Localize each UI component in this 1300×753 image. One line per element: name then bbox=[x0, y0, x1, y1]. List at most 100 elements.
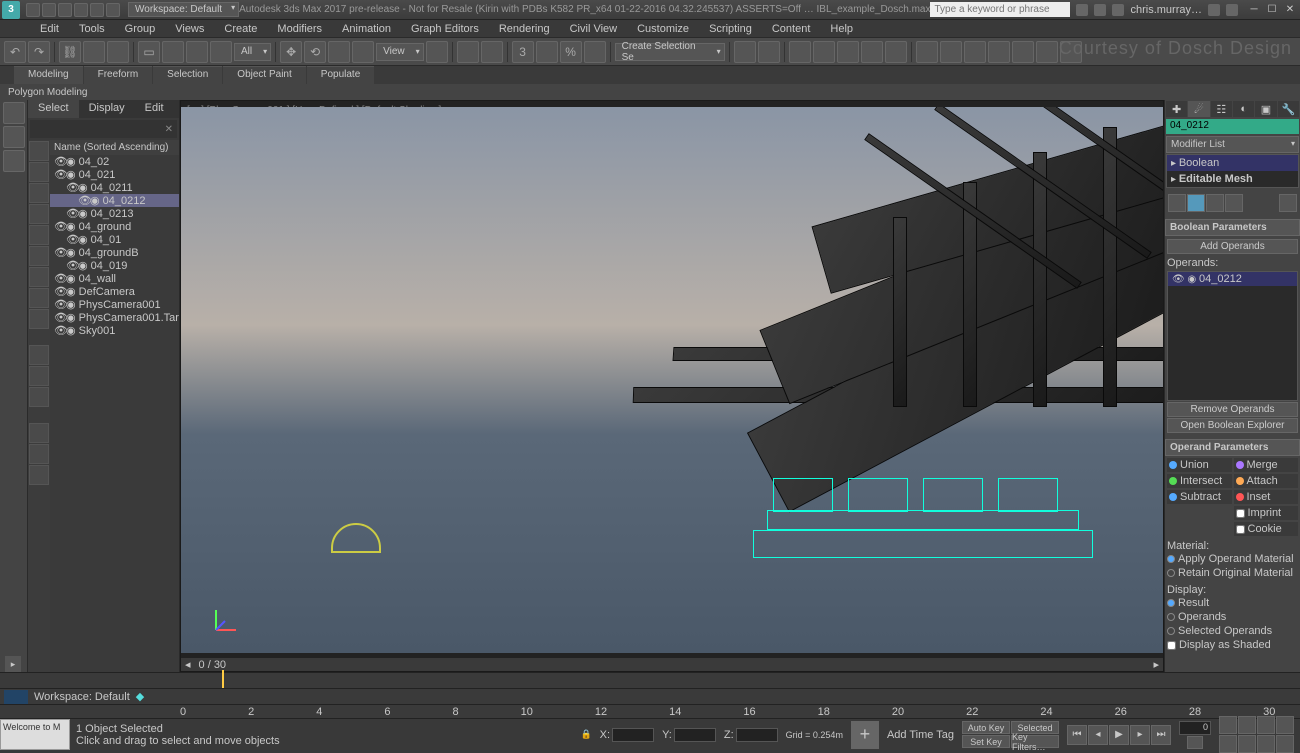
rollout-boolean-params[interactable]: Boolean Parameters bbox=[1165, 219, 1300, 236]
modifier-list-dropdown[interactable]: Modifier List bbox=[1166, 136, 1299, 153]
help-search-input[interactable] bbox=[930, 2, 1070, 17]
radio-result[interactable]: Result bbox=[1167, 596, 1298, 610]
menu-group[interactable]: Group bbox=[115, 21, 166, 37]
op-intersect[interactable]: Intersect bbox=[1167, 474, 1232, 488]
workspace-pin-icon[interactable]: ◆ bbox=[136, 690, 144, 703]
time-slider[interactable]: ◂0 / 30▸ bbox=[181, 657, 1163, 671]
project-icon[interactable] bbox=[106, 3, 120, 17]
make-unique-icon[interactable] bbox=[1206, 194, 1224, 212]
radio-selected-operands[interactable]: Selected Operands bbox=[1167, 624, 1298, 638]
se-tab-display[interactable]: Display bbox=[79, 100, 135, 118]
coord-y-input[interactable] bbox=[674, 728, 716, 742]
cp-tab-hierarchy[interactable]: ☷ bbox=[1211, 101, 1232, 117]
signin-icon[interactable] bbox=[1112, 4, 1124, 16]
se-filter-cameras-icon[interactable] bbox=[29, 225, 49, 245]
se-filter-all-icon[interactable] bbox=[29, 141, 49, 161]
vp-nav-4-icon[interactable] bbox=[1276, 716, 1294, 734]
vp-nav-3-icon[interactable] bbox=[1257, 716, 1275, 734]
open-boolean-explorer-button[interactable]: Open Boolean Explorer bbox=[1167, 418, 1298, 433]
cp-tab-create[interactable]: ✚ bbox=[1166, 101, 1187, 117]
ribbon-tab-populate[interactable]: Populate bbox=[307, 66, 374, 84]
a360-button[interactable] bbox=[1036, 41, 1058, 63]
menu-civil-view[interactable]: Civil View bbox=[560, 21, 627, 37]
cp-tab-modify[interactable]: ☄ bbox=[1188, 101, 1209, 117]
favorite-icon[interactable] bbox=[1094, 4, 1106, 16]
remove-operands-button[interactable]: Remove Operands bbox=[1167, 402, 1298, 417]
time-ruler[interactable]: 024681012141618202224262830 bbox=[0, 704, 1300, 718]
undo-icon[interactable] bbox=[74, 3, 88, 17]
redo-icon[interactable] bbox=[90, 3, 104, 17]
tree-row[interactable]: 👁◉ 04_ground bbox=[50, 220, 179, 233]
toggle-ribbon-button[interactable] bbox=[813, 41, 835, 63]
se-display-1-icon[interactable] bbox=[29, 345, 49, 365]
menu-customize[interactable]: Customize bbox=[627, 21, 699, 37]
se-filter-shapes-icon[interactable] bbox=[29, 183, 49, 203]
ribbon-tab-selection[interactable]: Selection bbox=[153, 66, 222, 84]
align-button[interactable] bbox=[758, 41, 780, 63]
angle-snap-button[interactable] bbox=[536, 41, 558, 63]
modifier-stack[interactable]: ▸ Boolean ▸ Editable Mesh bbox=[1166, 154, 1299, 188]
op-inset[interactable]: Inset bbox=[1234, 490, 1299, 504]
key-filters-button[interactable]: Key Filters… bbox=[1011, 735, 1059, 748]
tree-row[interactable]: 👁◉ 04_019 bbox=[50, 259, 179, 272]
rendered-frame-button[interactable] bbox=[940, 41, 962, 63]
se-filter-space-icon[interactable] bbox=[29, 267, 49, 287]
operands-list[interactable]: 👁 ◉ 04_0212 bbox=[1167, 271, 1298, 401]
user-name[interactable]: chris.murray… bbox=[1130, 4, 1202, 16]
ribbon-tab-object-paint[interactable]: Object Paint bbox=[223, 66, 305, 84]
op-subtract[interactable]: Subtract bbox=[1167, 490, 1232, 504]
window-crossing-button[interactable] bbox=[210, 41, 232, 63]
tree-row[interactable]: 👁◉ 04_0213 bbox=[50, 207, 179, 220]
cp-tab-display[interactable]: ▣ bbox=[1255, 101, 1276, 117]
select-button[interactable]: ▭ bbox=[138, 41, 160, 63]
app-logo-icon[interactable]: 3 bbox=[2, 1, 20, 19]
close-button[interactable]: ✕ bbox=[1282, 3, 1298, 17]
open-file-icon[interactable] bbox=[42, 3, 56, 17]
menu-content[interactable]: Content bbox=[762, 21, 821, 37]
add-time-tag[interactable]: Add Time Tag bbox=[887, 729, 954, 741]
mirror-button[interactable] bbox=[734, 41, 756, 63]
vp-nav-8-icon[interactable] bbox=[1276, 735, 1294, 753]
pin-stack-icon[interactable] bbox=[1168, 194, 1186, 212]
se-search-input[interactable]: ✕ bbox=[30, 120, 177, 138]
filter-dropdown[interactable]: All bbox=[234, 43, 271, 61]
op-union[interactable]: Union bbox=[1167, 458, 1232, 472]
vp-nav-2-icon[interactable] bbox=[1238, 716, 1256, 734]
redo-button[interactable]: ↷ bbox=[28, 41, 50, 63]
tree-row[interactable]: 👁◉ 04_0211 bbox=[50, 181, 179, 194]
spinner-snap-button[interactable] bbox=[584, 41, 606, 63]
viewport[interactable]: [ + ] [PhysCamera001 ] [User Defined ] [… bbox=[180, 100, 1164, 672]
tree-row[interactable]: 👁◉ 04_021 bbox=[50, 168, 179, 181]
save-file-icon[interactable] bbox=[58, 3, 72, 17]
schematic-view-button[interactable] bbox=[861, 41, 883, 63]
menu-animation[interactable]: Animation bbox=[332, 21, 401, 37]
se-display-3-icon[interactable] bbox=[29, 387, 49, 407]
coord-z-input[interactable] bbox=[736, 728, 778, 742]
menu-help[interactable]: Help bbox=[820, 21, 863, 37]
minimize-button[interactable]: ─ bbox=[1246, 3, 1262, 17]
tree-row[interactable]: 👁◉ 04_01 bbox=[50, 233, 179, 246]
select-name-button[interactable] bbox=[162, 41, 184, 63]
se-display-2-icon[interactable] bbox=[29, 366, 49, 386]
cp-tab-motion[interactable]: ◐ bbox=[1233, 101, 1254, 117]
workspace-selector[interactable]: Workspace: Default bbox=[128, 2, 239, 17]
se-column-header[interactable]: Name (Sorted Ascending) bbox=[50, 140, 179, 155]
pivot-button[interactable] bbox=[426, 41, 448, 63]
bind-button[interactable] bbox=[107, 41, 129, 63]
vp-nav-1-icon[interactable] bbox=[1219, 716, 1237, 734]
set-key-big-button[interactable]: + bbox=[851, 721, 879, 749]
coord-x-input[interactable] bbox=[612, 728, 654, 742]
chk-display-shaded[interactable]: Display as Shaded bbox=[1167, 638, 1298, 652]
rotate-button[interactable]: ⟲ bbox=[304, 41, 326, 63]
cp-tab-utilities[interactable]: 🔧 bbox=[1278, 101, 1299, 117]
render-cloud-button[interactable] bbox=[1012, 41, 1034, 63]
vp-nav-7-icon[interactable] bbox=[1257, 735, 1275, 753]
comm-icon[interactable] bbox=[1208, 4, 1220, 16]
tree-row[interactable]: 👁◉ 04_0212 bbox=[50, 194, 179, 207]
rollout-operand-params[interactable]: Operand Parameters bbox=[1165, 439, 1300, 456]
rail-expand-icon[interactable]: ▸ bbox=[5, 656, 21, 672]
refcoord-dropdown[interactable]: View bbox=[376, 43, 424, 61]
se-tab-edit[interactable]: Edit bbox=[135, 100, 174, 118]
se-display-6-icon[interactable] bbox=[29, 465, 49, 485]
material-editor-button[interactable] bbox=[885, 41, 907, 63]
